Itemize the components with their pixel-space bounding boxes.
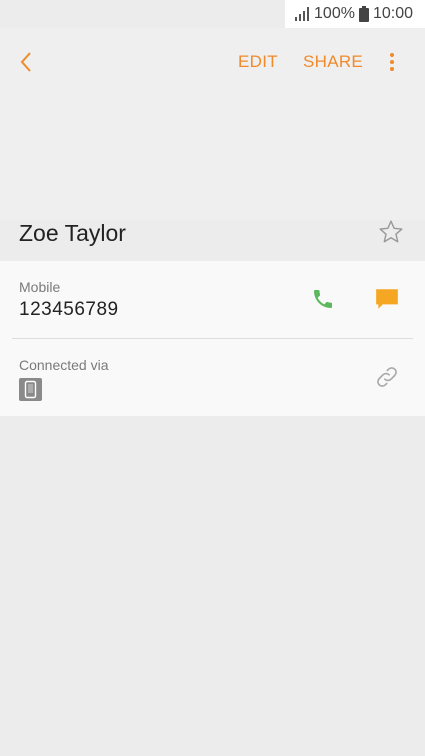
message-button[interactable]: [374, 286, 400, 312]
connected-via-label: Connected via: [19, 357, 109, 373]
more-vertical-icon: [390, 53, 394, 57]
battery-percent: 100%: [314, 5, 355, 22]
share-button[interactable]: SHARE: [303, 52, 363, 72]
more-options-button[interactable]: [382, 48, 402, 76]
link-icon: [377, 367, 397, 387]
phone-device-icon: [19, 378, 42, 401]
favorite-button[interactable]: [378, 219, 404, 245]
contact-header: EDIT SHARE Zoe Taylor: [0, 28, 425, 246]
star-outline-icon: [379, 220, 403, 243]
battery-icon: [358, 6, 369, 22]
contact-detail-screen: 100% 10:00 EDIT SHARE Zoe Taylor Mobile …: [0, 0, 425, 756]
connected-via-row[interactable]: Connected via: [0, 339, 425, 416]
call-button[interactable]: [311, 286, 335, 312]
phone-icon: [314, 290, 332, 308]
back-button[interactable]: [12, 48, 40, 76]
message-icon: [376, 289, 398, 309]
contact-name: Zoe Taylor: [19, 220, 126, 246]
link-button[interactable]: [374, 364, 400, 390]
signal-icon: [294, 7, 310, 21]
edit-button[interactable]: EDIT: [238, 52, 278, 72]
chevron-left-icon: [20, 52, 31, 72]
mobile-label: Mobile: [19, 279, 61, 295]
mobile-number-row[interactable]: Mobile 123456789: [0, 261, 425, 338]
clock: 10:00: [372, 5, 413, 22]
contact-details-card: Mobile 123456789 Connected via: [0, 261, 425, 416]
mobile-number: 123456789: [19, 299, 119, 320]
status-bar: 100% 10:00: [285, 0, 425, 28]
